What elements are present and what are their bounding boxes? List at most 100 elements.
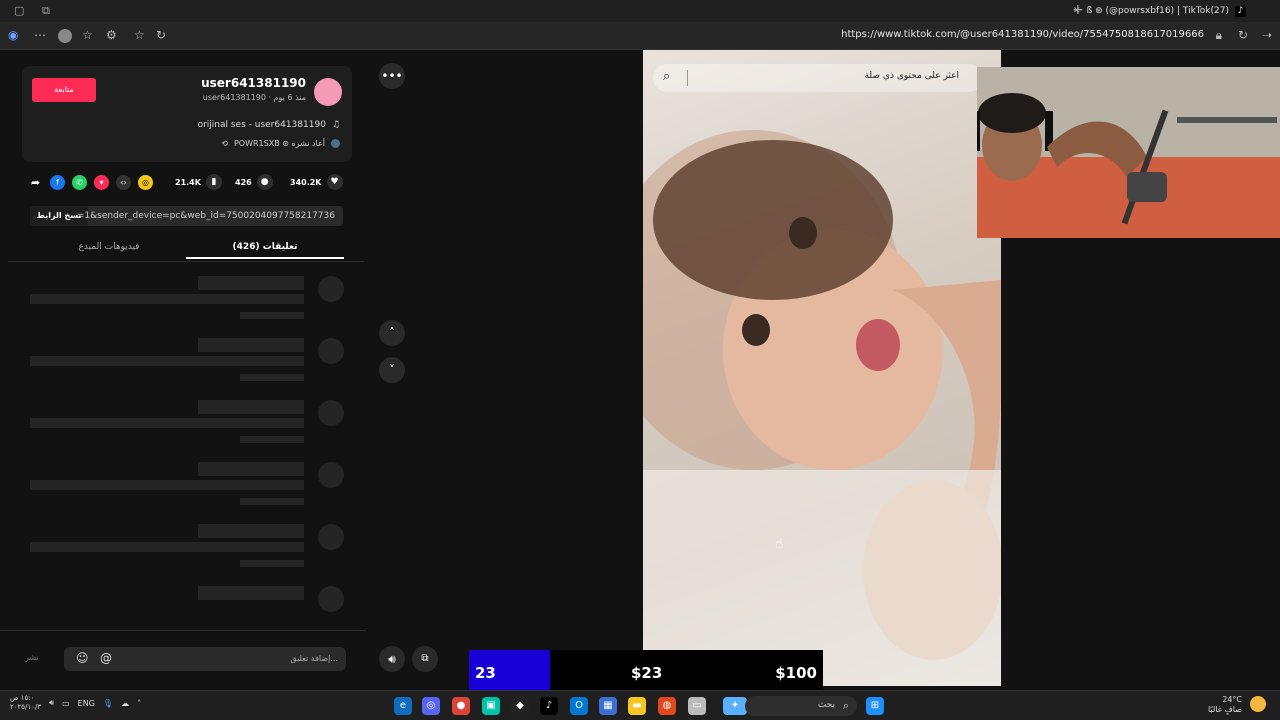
creator-card: متابعة user641381190 user641381190 · منذ… (22, 66, 352, 162)
url-text[interactable]: https://www.tiktok.com/@user641381190/vi… (841, 29, 1204, 40)
language-indicator[interactable]: ENG (78, 699, 95, 708)
taskbar-search-label: بحث (817, 700, 835, 710)
folder-icon[interactable]: ▬ (628, 697, 646, 715)
share-arrow-icon[interactable]: ➦ (28, 175, 43, 190)
volume-icon[interactable]: 🔊︎ (379, 646, 405, 672)
related-search[interactable]: ⌕ اعثر على محتوى ذي صلة (653, 64, 983, 92)
action-row: ➦ f ✆ ▾ ‹› ◎ 21.4K ▮ 426 ● 340.2K ♥ (28, 174, 348, 192)
window-menu-icon[interactable]: ▢ (14, 4, 24, 17)
discord-icon[interactable]: ◎ (422, 697, 440, 715)
emoji-icon[interactable]: ☺ (76, 651, 89, 665)
cloud-icon[interactable]: ☁ (121, 699, 129, 708)
capcut-icon[interactable]: ◆ (511, 697, 529, 715)
avatar[interactable] (314, 78, 342, 106)
firefox-icon[interactable]: ◍ (658, 697, 676, 715)
reload-icon[interactable]: ↻ (156, 28, 166, 42)
donation-goal: $100 (775, 664, 817, 682)
outlook-icon[interactable]: O (570, 697, 588, 715)
forward-icon[interactable]: ➝ (1262, 28, 1272, 42)
follow-button[interactable]: متابعة (32, 78, 96, 102)
reposted-text: POWR1SXB ⊛ أعاد نشره (233, 139, 325, 148)
panel-tabs: فيديوهات المبدع تعليقات (426) (8, 236, 364, 262)
username-subline: user641381190 · منذ 6 يوم (202, 93, 306, 102)
coin-icon[interactable]: ◎ (138, 175, 153, 190)
comment-icon[interactable]: ● (256, 174, 273, 190)
comment-skeleton (0, 400, 366, 462)
close-tab-icon[interactable]: ✕ (1073, 6, 1081, 16)
profile-icon[interactable] (58, 29, 72, 43)
store-icon[interactable]: ▦ (599, 697, 617, 715)
facebook-icon[interactable]: f (50, 175, 65, 190)
chevron-up-tray-icon[interactable]: ˄ (137, 699, 141, 708)
bookmark-save-icon[interactable]: ▮ (205, 174, 222, 190)
send-icon[interactable]: ▾ (94, 175, 109, 190)
comment-skeleton (0, 586, 366, 612)
more-options-icon[interactable]: ••• (379, 63, 405, 89)
comment-placeholder: إضافة تعليق... (290, 654, 338, 663)
comment-skeleton (0, 524, 366, 586)
tab-actions-icon[interactable]: ⧉ (42, 4, 50, 18)
start-icon[interactable]: ⊞ (866, 697, 884, 715)
video-player[interactable]: ⌕ اعثر على محتوى ذي صلة ☝ (643, 50, 1001, 686)
comment-skeleton (0, 338, 366, 400)
taskbar-search[interactable]: ⌕ بحث (745, 696, 857, 716)
more-icon[interactable]: ⋯ (34, 28, 46, 42)
music-note-icon: ♫ (331, 120, 340, 130)
saves-stat[interactable]: 21.4K ▮ (175, 174, 222, 190)
chrome-icon[interactable]: ● (452, 697, 470, 715)
taskbar: ١٥:٠ ص ٢٠٢٥/١٠/٣ 🔊︎ ▭ ENG 🎙︎ ☁ ˄ e ◎ ● ▣… (0, 690, 1280, 720)
search-icon[interactable]: ⌕ (663, 69, 670, 84)
system-tray: ١٥:٠ ص ٢٠٢٥/١٠/٣ 🔊︎ ▭ ENG 🎙︎ ☁ ˄ (10, 694, 141, 712)
username[interactable]: user641381190 (201, 76, 306, 90)
share-link-text[interactable]: ...=1&sender_device=pc&web_id=7500204097… (68, 211, 335, 221)
embed-icon[interactable]: ‹› (116, 175, 131, 190)
tablet-icon[interactable]: ▭ (688, 697, 706, 715)
donation-current: $23 (631, 664, 663, 682)
lock-icon[interactable]: 🔒︎ (1216, 28, 1222, 43)
edge-icon[interactable]: e (394, 697, 412, 715)
browser-titlebar: ▢ ⧉ + ✕ ß ⊛ (@powrsxbf16) | TikTok(27) ♪ (0, 0, 1280, 22)
mention-icon[interactable]: @ (100, 651, 112, 665)
music-title: orijinal ses - user641381190 (197, 120, 326, 130)
favorites-icon[interactable]: ☆ (82, 28, 93, 42)
chevron-down-icon[interactable]: ˅ (379, 357, 405, 383)
weather-description: صافٍ غالبًا (1208, 705, 1242, 714)
search-divider (687, 70, 688, 86)
comment-skeleton (0, 462, 366, 524)
speaker-icon[interactable]: 🔊︎ (49, 698, 54, 708)
tiktok-taskbar-icon[interactable]: ♪ (540, 697, 558, 715)
comments-stat[interactable]: 426 ● (235, 174, 273, 190)
address-bar: ◉ ⋯ ☆ ⚙ ☆ ↻ https://www.tiktok.com/@user… (0, 22, 1280, 50)
post-button[interactable]: نشر (25, 653, 39, 662)
copilot-icon[interactable]: ◉ (8, 28, 18, 42)
extensions-icon[interactable]: ⚙ (106, 28, 117, 42)
microphone-icon[interactable]: 🎙︎ (103, 699, 113, 708)
share-link-row: نسخ الرابط ...=1&sender_device=pc&web_id… (30, 206, 343, 226)
likes-stat[interactable]: 340.2K ♥ (290, 174, 343, 190)
media-app-icon[interactable]: ▣ (482, 697, 500, 715)
clock[interactable]: ١٥:٠ ص ٢٠٢٥/١٠/٣ (10, 694, 41, 712)
bookmark-icon[interactable]: ☆ (134, 28, 145, 42)
chevron-up-icon[interactable]: ˄ (379, 320, 405, 346)
picture-in-picture-icon[interactable]: ⧉ (412, 646, 438, 672)
clock-date: ٢٠٢٥/١٠/٣ (10, 703, 42, 711)
comment-skeleton (0, 276, 366, 338)
reposter-avatar (331, 139, 340, 148)
weather-widget[interactable]: 24°C صافٍ غالبًا (1208, 695, 1242, 715)
cursor-icon: ☝ (775, 536, 784, 552)
monitor-icon[interactable]: ▭ (62, 699, 70, 708)
whatsapp-icon[interactable]: ✆ (72, 175, 87, 190)
browser-tab[interactable]: ✕ ß ⊛ (@powrsxbf16) | TikTok(27) ♪ (1066, 1, 1246, 21)
widget-icon[interactable]: ✦ (723, 697, 747, 715)
weather-sun-icon[interactable] (1250, 696, 1266, 712)
tab-creator-videos[interactable]: فيديوهات المبدع (30, 242, 188, 252)
comment-input[interactable]: ☺ @ إضافة تعليق... (64, 647, 346, 671)
comments-count: 426 (235, 177, 252, 187)
music-line[interactable]: orijinal ses - user641381190 ♫ (198, 120, 340, 130)
info-panel: متابعة user641381190 user641381190 · منذ… (0, 50, 366, 686)
repost-icon: ⟲ (221, 139, 228, 148)
tab-comments[interactable]: تعليقات (426) (186, 242, 344, 259)
refresh-icon[interactable]: ↻ (1238, 28, 1248, 42)
search-placeholder: اعثر على محتوى ذي صلة (864, 71, 959, 81)
heart-icon[interactable]: ♥ (326, 174, 343, 190)
